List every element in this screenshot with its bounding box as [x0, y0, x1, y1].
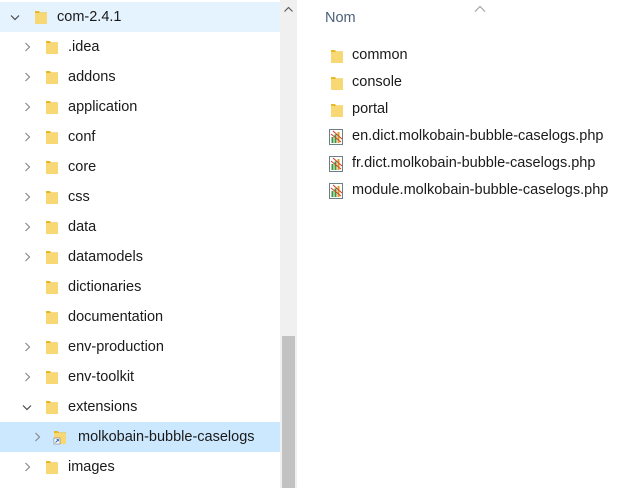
- tree-item-images[interactable]: images: [0, 452, 280, 482]
- navigation-scrollbar[interactable]: [280, 0, 297, 488]
- php-file-icon: [328, 128, 345, 146]
- chevron-right-icon[interactable]: [30, 422, 44, 452]
- tree-item-label: core: [68, 159, 97, 175]
- file-item-label: console: [352, 74, 402, 90]
- column-header-name[interactable]: Nom: [325, 8, 356, 28]
- folder-icon: [330, 75, 347, 93]
- tree-item-label: .idea: [68, 39, 100, 55]
- column-header-label: Nom: [325, 10, 356, 26]
- tree-item-documentation[interactable]: documentation: [0, 302, 280, 332]
- tree-item-label: dictionaries: [68, 279, 142, 295]
- tree-item-label: env-toolkit: [68, 369, 135, 385]
- scroll-up-arrow-icon[interactable]: [280, 0, 297, 17]
- tree-item-core[interactable]: core: [0, 152, 280, 182]
- sort-ascending-icon: [474, 0, 486, 12]
- file-item-label: fr.dict.molkobain-bubble-caselogs.php: [352, 155, 596, 171]
- chevron-right-icon[interactable]: [20, 32, 34, 62]
- chevron-right-icon[interactable]: [20, 182, 34, 212]
- navigation-pane: com-2.4.1 .idea addons application conf core c…: [0, 0, 280, 488]
- tree-item-label: extensions: [68, 399, 138, 415]
- tree-item-data[interactable]: data: [0, 212, 280, 242]
- folder-icon: [45, 369, 59, 385]
- folder-icon: [45, 159, 59, 175]
- folder-icon: [45, 309, 59, 325]
- folder-icon: [45, 129, 59, 145]
- tree-item-label: env-production: [68, 339, 164, 355]
- folder-shortcut-icon: [53, 429, 67, 445]
- tree-item-application[interactable]: application: [0, 92, 280, 122]
- folder-icon: [45, 399, 59, 415]
- tree-item-label: documentation: [68, 309, 164, 325]
- tree-item-label: molkobain-bubble-caselogs: [78, 429, 255, 445]
- chevron-right-icon[interactable]: [20, 62, 34, 92]
- chevron-right-icon[interactable]: [20, 92, 34, 122]
- chevron-down-icon[interactable]: [20, 392, 34, 422]
- folder-icon: [330, 102, 347, 120]
- tree-item-css[interactable]: css: [0, 182, 280, 212]
- tree-item-label: datamodels: [68, 249, 143, 265]
- tree-item-label: data: [68, 219, 97, 235]
- tree-item-label: com-2.4.1: [57, 9, 122, 25]
- chevron-right-icon[interactable]: [20, 212, 34, 242]
- folder-icon: [34, 9, 48, 25]
- tree-item-molkobain-bubble-caselogs[interactable]: molkobain-bubble-caselogs: [0, 422, 280, 452]
- folder-icon: [45, 69, 59, 85]
- php-file-icon: [328, 155, 345, 173]
- tree-item-label: css: [68, 189, 90, 205]
- php-file-icon: [328, 182, 345, 200]
- tree-item-env-production[interactable]: env-production: [0, 332, 280, 362]
- tree-item-label: addons: [68, 69, 116, 85]
- file-item-label: en.dict.molkobain-bubble-caselogs.php: [352, 128, 604, 144]
- folder-icon: [45, 279, 59, 295]
- tree-item-label: images: [68, 459, 115, 475]
- tree-item-addons[interactable]: addons: [0, 62, 280, 92]
- tree-item-label: application: [68, 99, 138, 115]
- chevron-right-icon[interactable]: [20, 242, 34, 272]
- chevron-right-icon[interactable]: [20, 452, 34, 482]
- folder-icon: [45, 339, 59, 355]
- chevron-down-icon[interactable]: [8, 2, 22, 32]
- chevron-right-icon[interactable]: [20, 362, 34, 392]
- tree-item-conf[interactable]: conf: [0, 122, 280, 152]
- file-item-label: common: [352, 47, 408, 63]
- tree-item-label: conf: [68, 129, 96, 145]
- folder-icon: [45, 219, 59, 235]
- folder-icon: [45, 459, 59, 475]
- scrollbar-thumb[interactable]: [282, 336, 295, 488]
- tree-item-dictionaries[interactable]: dictionaries: [0, 272, 280, 302]
- folder-icon: [45, 189, 59, 205]
- file-item-label: portal: [352, 101, 389, 117]
- file-item-label: module.molkobain-bubble-caselogs.php: [352, 182, 609, 198]
- tree-item-idea[interactable]: .idea: [0, 32, 280, 62]
- folder-icon: [330, 48, 347, 66]
- chevron-right-icon[interactable]: [20, 332, 34, 362]
- tree-root-item[interactable]: com-2.4.1: [0, 2, 280, 32]
- folder-icon: [45, 249, 59, 265]
- tree-item-env-toolkit[interactable]: env-toolkit: [0, 362, 280, 392]
- tree-item-extensions[interactable]: extensions: [0, 392, 280, 422]
- folder-icon: [45, 99, 59, 115]
- chevron-right-icon[interactable]: [20, 152, 34, 182]
- chevron-right-icon[interactable]: [20, 122, 34, 152]
- folder-icon: [45, 39, 59, 55]
- tree-item-datamodels[interactable]: datamodels: [0, 242, 280, 272]
- content-pane: Nom common console portal en.dict.molkobain…: [297, 0, 644, 488]
